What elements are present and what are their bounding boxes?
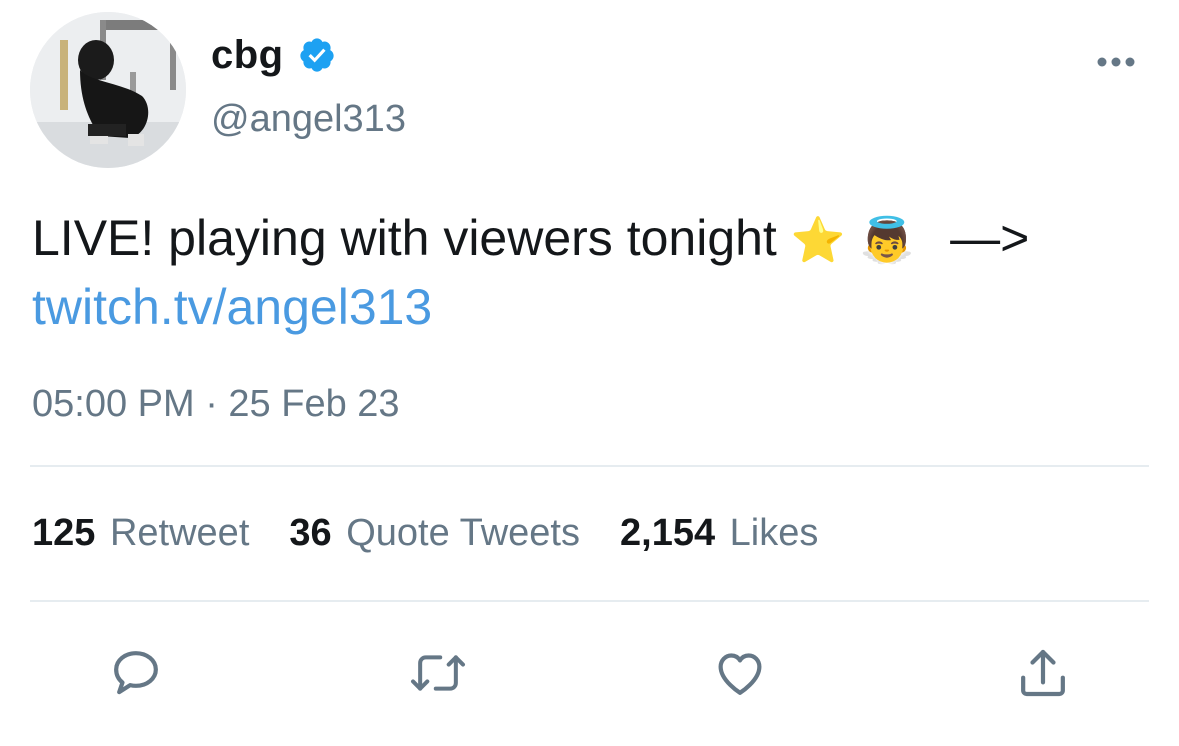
share-button[interactable] — [1014, 644, 1072, 702]
heart-icon — [718, 653, 762, 695]
likes-stat[interactable]: 2,154 Likes — [620, 512, 818, 555]
quote-stat[interactable]: 36 Quote Tweets — [289, 512, 580, 555]
avatar-photo — [30, 12, 186, 168]
likes-count: 2,154 — [620, 512, 716, 554]
likes-label: Likes — [729, 512, 819, 554]
like-button[interactable] — [711, 644, 769, 702]
reply-button[interactable] — [107, 644, 165, 702]
divider — [30, 600, 1149, 602]
author-name-row[interactable]: cbg — [211, 30, 336, 80]
retweet-stat[interactable]: 125 Retweet — [32, 512, 249, 555]
quote-count: 36 — [289, 512, 332, 554]
engagement-stats: 125 Retweet 36 Quote Tweets 2,154 Likes — [32, 512, 818, 555]
retweet-count: 125 — [32, 512, 96, 554]
tweet-timestamp[interactable]: 05:00 PM · 25 Feb 23 — [32, 383, 400, 426]
retweet-button[interactable] — [409, 644, 467, 702]
verified-badge-icon — [299, 38, 334, 72]
share-icon — [1021, 649, 1065, 697]
avatar[interactable] — [30, 12, 186, 168]
tweet-text: LIVE! playing with viewers tonight ⭐️ 👼 … — [32, 205, 1142, 340]
retweet-label: Retweet — [109, 512, 250, 554]
tweet-text-main: LIVE! playing with viewers tonight — [32, 210, 777, 266]
divider — [30, 465, 1149, 467]
retweet-icon — [411, 655, 465, 691]
tweet-link[interactable]: twitch.tv/angel313 — [32, 279, 432, 335]
quote-label: Quote Tweets — [346, 512, 580, 554]
star-emoji: ⭐️ — [790, 216, 846, 265]
arrow-text: —> — [950, 210, 1030, 266]
more-options-icon[interactable] — [1095, 52, 1137, 72]
reply-icon — [114, 651, 158, 695]
author-handle[interactable]: @angel313 — [211, 98, 406, 141]
display-name[interactable]: cbg — [211, 33, 284, 78]
angel-emoji: 👼 — [859, 216, 915, 265]
